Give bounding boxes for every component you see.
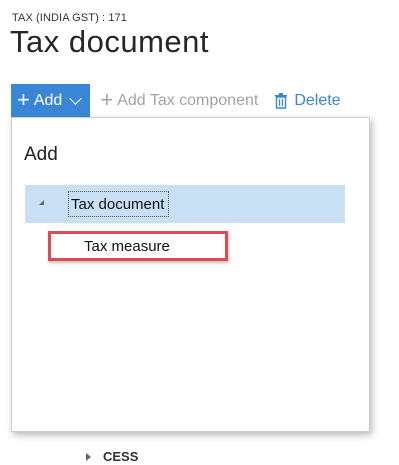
add-tax-component-label: Add Tax component: [117, 91, 259, 109]
tree-item-tax-measure[interactable]: Tax measure: [48, 231, 228, 261]
action-toolbar: + Add + Add Tax component Delete: [11, 84, 399, 117]
expand-arrow-icon: [86, 452, 91, 461]
plus-icon: +: [17, 86, 30, 112]
tree-item-label: Tax document: [68, 191, 170, 217]
tree-item-tax-document[interactable]: Tax document: [25, 185, 345, 223]
add-dropdown-menu: Add Tax document Tax measure: [11, 117, 370, 432]
add-button-label: Add: [33, 91, 63, 109]
collapse-arrow-icon[interactable]: [39, 200, 44, 205]
trash-icon: [275, 92, 288, 109]
background-list-item-label: CESS: [103, 449, 139, 464]
chevron-down-icon: [69, 91, 83, 105]
background-list-item[interactable]: CESS: [86, 449, 138, 464]
delete-label: Delete: [294, 91, 341, 109]
dropdown-title: Add: [24, 144, 58, 165]
page-title: Tax document: [10, 24, 209, 59]
delete-button[interactable]: Delete: [274, 91, 341, 110]
add-tax-component-button[interactable]: + Add Tax component: [100, 86, 259, 112]
add-menu-button[interactable]: + Add: [11, 84, 91, 117]
breadcrumb: TAX (INDIA GST) : 171: [12, 12, 127, 24]
plus-icon: +: [100, 86, 114, 112]
